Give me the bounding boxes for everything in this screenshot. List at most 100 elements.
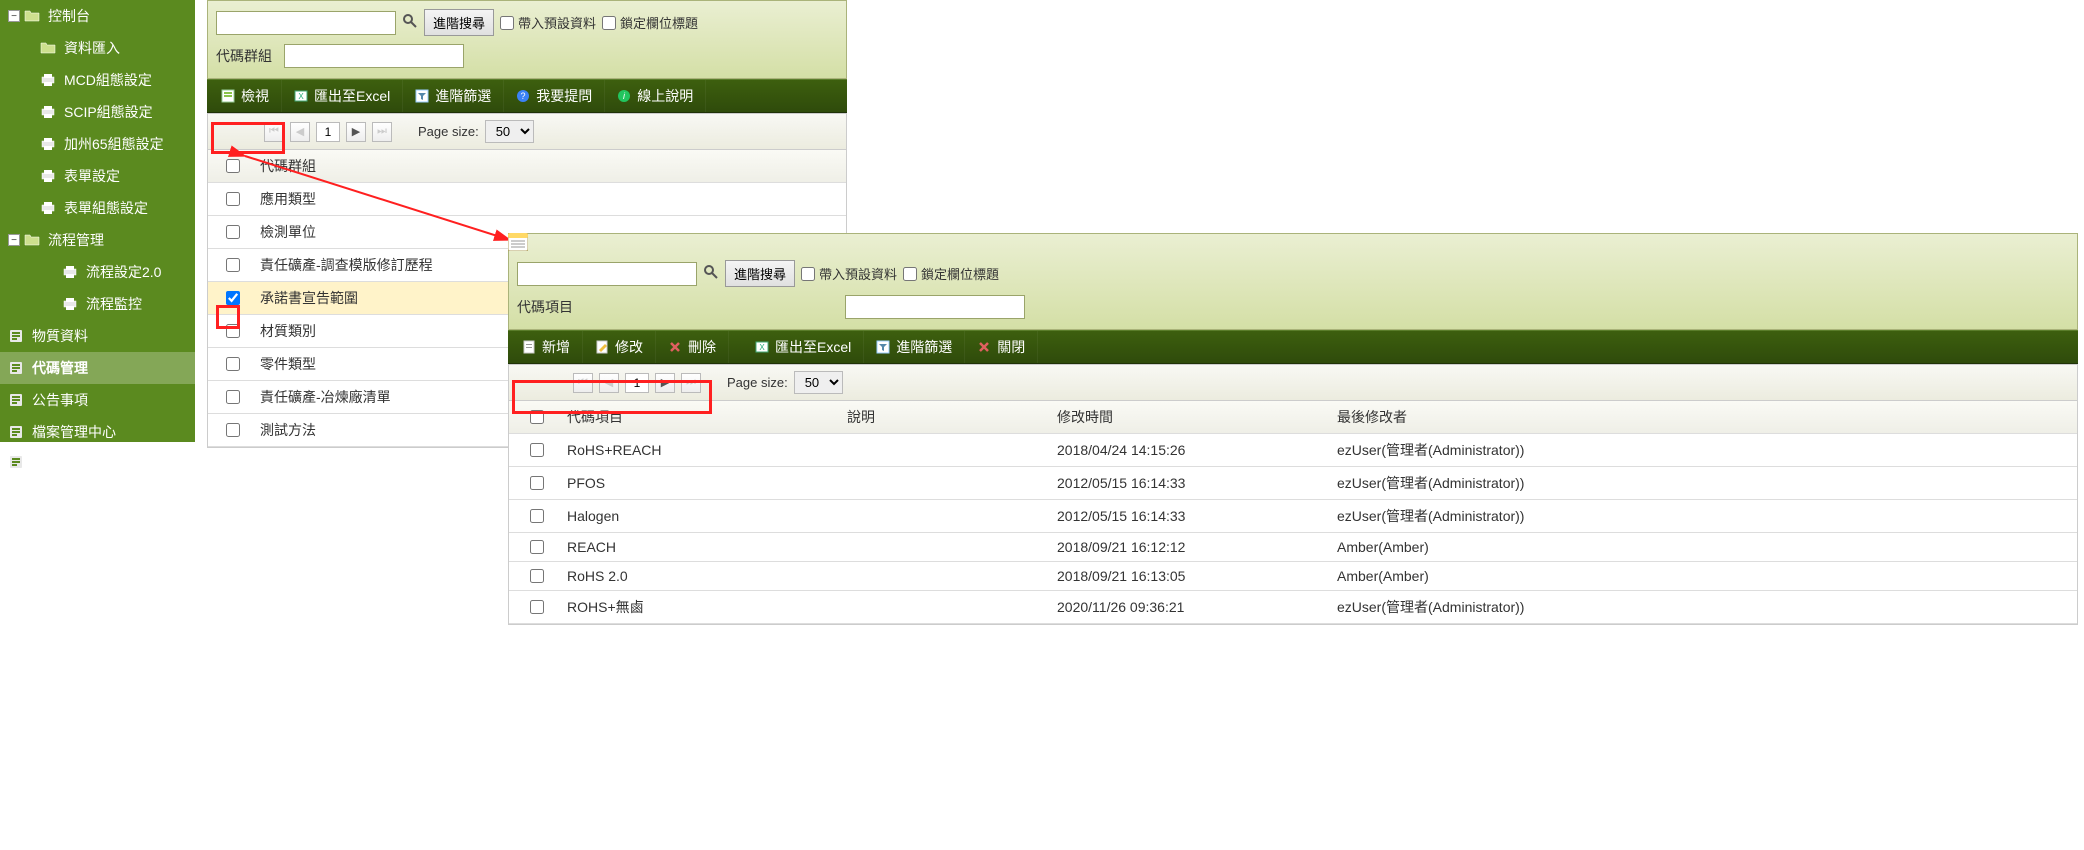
- row-checkbox[interactable]: [226, 390, 240, 404]
- row-checkbox[interactable]: [226, 258, 240, 272]
- export-excel-button[interactable]: X 匯出至Excel: [743, 331, 864, 363]
- row-checkbox[interactable]: [530, 476, 544, 490]
- select-all-checkbox[interactable]: [226, 159, 240, 173]
- advanced-search-button[interactable]: 進階搜尋: [725, 260, 795, 287]
- sidebar-item-label: 流程監控: [86, 294, 142, 314]
- printer-icon: [62, 296, 78, 312]
- pager-prev-button[interactable]: ◀: [599, 373, 619, 393]
- page-size-select[interactable]: 50: [485, 120, 534, 143]
- row-item: REACH: [557, 539, 847, 555]
- pager-last-button[interactable]: ⏭: [372, 122, 392, 142]
- column-header-name[interactable]: 代碼群組: [250, 156, 838, 176]
- pager-first-button[interactable]: ⏮: [264, 122, 284, 142]
- column-header-item[interactable]: 代碼項目: [557, 407, 847, 427]
- advanced-filter-button[interactable]: 進階篩選: [403, 80, 504, 112]
- document-icon: [8, 328, 24, 344]
- add-button[interactable]: 新增: [508, 331, 583, 363]
- sidebar-item-加州65組態設定[interactable]: 加州65組態設定: [0, 128, 195, 160]
- row-checkbox[interactable]: [226, 324, 240, 338]
- pager-prev-button[interactable]: ◀: [290, 122, 310, 142]
- search-icon[interactable]: [402, 13, 418, 32]
- sidebar-item-表單組態設定[interactable]: 表單組態設定: [0, 192, 195, 224]
- sidebar-item-Report Tool[interactable]: Report Tool: [0, 448, 195, 476]
- sidebar-item-表單設定[interactable]: 表單設定: [0, 160, 195, 192]
- pager-next-button[interactable]: ▶: [655, 373, 675, 393]
- row-time: 2018/09/21 16:12:12: [1057, 539, 1337, 555]
- sidebar-item-代碼管理[interactable]: 代碼管理: [0, 352, 195, 384]
- load-default-checkbox[interactable]: 帶入預設資料: [500, 13, 596, 32]
- pager-first-button[interactable]: ⏮: [573, 373, 593, 393]
- online-help-button[interactable]: i 線上說明: [605, 80, 706, 112]
- edit-icon: [595, 340, 609, 354]
- table-row[interactable]: RoHS+REACH2018/04/24 14:15:26ezUser(管理者(…: [509, 434, 2077, 467]
- column-header-time[interactable]: 修改時間: [1057, 407, 1337, 427]
- row-checkbox[interactable]: [530, 509, 544, 523]
- row-checkbox[interactable]: [530, 569, 544, 583]
- sidebar-item-流程設定2.0[interactable]: 流程設定2.0: [0, 256, 195, 288]
- row-checkbox[interactable]: [226, 225, 240, 239]
- pager-page-input[interactable]: [625, 373, 649, 393]
- sidebar-item-label: 加州65組態設定: [64, 134, 164, 154]
- search-input[interactable]: [216, 11, 396, 35]
- sidebar-item-label: 檔案管理中心: [32, 422, 116, 442]
- collapse-icon[interactable]: −: [8, 10, 20, 22]
- row-checkbox[interactable]: [226, 291, 240, 305]
- row-checkbox[interactable]: [530, 540, 544, 554]
- close-button[interactable]: 關閉: [965, 331, 1038, 363]
- lock-header-checkbox[interactable]: 鎖定欄位標題: [903, 264, 999, 283]
- sidebar-item-公告事項[interactable]: 公告事項: [0, 384, 195, 416]
- table-row[interactable]: RoHS 2.02018/09/21 16:13:05Amber(Amber): [509, 562, 2077, 591]
- svg-text:X: X: [759, 343, 765, 352]
- row-item: PFOS: [557, 475, 847, 491]
- table-row[interactable]: Halogen2012/05/15 16:14:33ezUser(管理者(Adm…: [509, 500, 2077, 533]
- delete-icon: [668, 340, 682, 354]
- table-row[interactable]: 應用類型: [208, 183, 846, 216]
- sidebar-item-label: SCIP組態設定: [64, 102, 153, 122]
- filter-icon: [876, 340, 890, 354]
- view-button[interactable]: 檢視: [207, 80, 282, 112]
- row-checkbox[interactable]: [226, 357, 240, 371]
- document-icon: [8, 454, 24, 470]
- collapse-icon[interactable]: −: [8, 234, 20, 246]
- lock-header-checkbox[interactable]: 鎖定欄位標題: [602, 13, 698, 32]
- pager-page-input[interactable]: [316, 122, 340, 142]
- detail-window-icon[interactable]: [508, 233, 528, 251]
- sidebar-item-流程監控[interactable]: 流程監控: [0, 288, 195, 320]
- row-checkbox[interactable]: [530, 600, 544, 614]
- sidebar-item-流程管理[interactable]: −流程管理: [0, 224, 195, 256]
- ask-question-button[interactable]: ? 我要提問: [504, 80, 605, 112]
- sidebar-item-物質資料[interactable]: 物質資料: [0, 320, 195, 352]
- folder-icon: [24, 8, 40, 24]
- pager-next-button[interactable]: ▶: [346, 122, 366, 142]
- edit-button[interactable]: 修改: [583, 331, 656, 363]
- table-row[interactable]: PFOS2012/05/15 16:14:33ezUser(管理者(Admini…: [509, 467, 2077, 500]
- export-excel-button[interactable]: X 匯出至Excel: [282, 80, 403, 112]
- row-checkbox[interactable]: [226, 423, 240, 437]
- row-checkbox[interactable]: [530, 443, 544, 457]
- row-user: ezUser(管理者(Administrator)): [1337, 440, 2069, 460]
- delete-button[interactable]: 刪除: [656, 331, 729, 363]
- row-checkbox[interactable]: [226, 192, 240, 206]
- svg-text:?: ?: [521, 91, 526, 101]
- sidebar-root[interactable]: − 控制台: [0, 0, 195, 32]
- printer-icon: [40, 104, 56, 120]
- table-row[interactable]: ROHS+無鹵2020/11/26 09:36:21ezUser(管理者(Adm…: [509, 591, 2077, 624]
- table-row[interactable]: REACH2018/09/21 16:12:12Amber(Amber): [509, 533, 2077, 562]
- search-icon[interactable]: [703, 264, 719, 283]
- pager-last-button[interactable]: ⏭: [681, 373, 701, 393]
- page-size-select[interactable]: 50: [794, 371, 843, 394]
- load-default-checkbox[interactable]: 帶入預設資料: [801, 264, 897, 283]
- sidebar-item-資料匯入[interactable]: 資料匯入: [0, 32, 195, 64]
- code-group-input[interactable]: [284, 44, 464, 68]
- sidebar-item-MCD組態設定[interactable]: MCD組態設定: [0, 64, 195, 96]
- advanced-filter-button[interactable]: 進階篩選: [864, 331, 965, 363]
- code-item-input[interactable]: [845, 295, 1025, 319]
- sidebar-item-檔案管理中心[interactable]: 檔案管理中心: [0, 416, 195, 448]
- column-header-desc[interactable]: 說明: [847, 407, 1057, 427]
- select-all-checkbox[interactable]: [530, 410, 544, 424]
- column-header-user[interactable]: 最後修改者: [1337, 407, 2069, 427]
- search-input[interactable]: [517, 262, 697, 286]
- advanced-search-button[interactable]: 進階搜尋: [424, 9, 494, 36]
- sidebar-item-SCIP組態設定[interactable]: SCIP組態設定: [0, 96, 195, 128]
- add-icon: [522, 340, 536, 354]
